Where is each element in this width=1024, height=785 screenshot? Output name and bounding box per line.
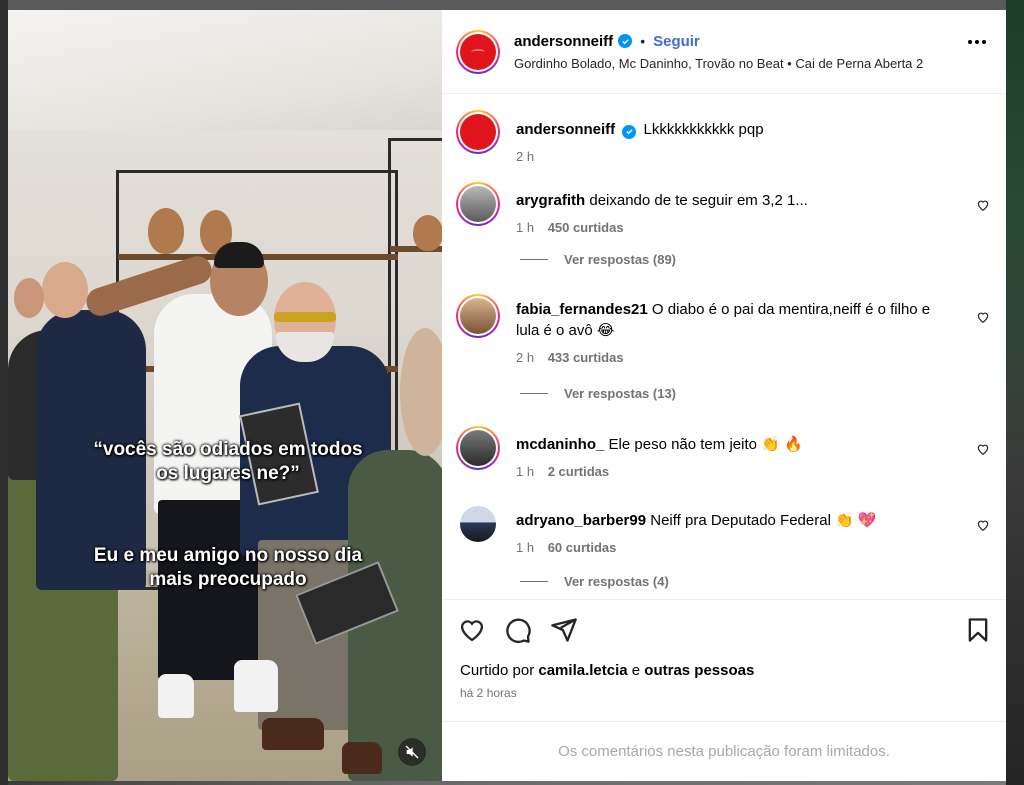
heart-icon[interactable] — [976, 198, 990, 212]
video-caption-answer: Eu e meu amigo no nosso dia mais preocup… — [93, 545, 363, 590]
video-tent-ceiling — [8, 10, 442, 130]
comment-item: mcdaninho_ Ele peso não tem jeito 👏 🔥 1 … — [456, 426, 992, 479]
comment-likes[interactable]: 433 curtidas — [548, 350, 624, 365]
comment-username[interactable]: fabia_fernandes21 — [516, 301, 648, 318]
video-sneaker — [158, 674, 194, 718]
view-replies-label: Ver respostas (89) — [564, 252, 677, 267]
verified-badge-icon — [618, 34, 633, 48]
caption-text: Lkkkkkkkkkkk pqp — [643, 121, 764, 138]
caption-author-avatar[interactable] — [456, 110, 500, 154]
comment-icon[interactable] — [504, 616, 532, 644]
comment-username[interactable]: adryano_barber99 — [516, 512, 646, 529]
caption-time: 2 h — [516, 149, 535, 164]
post-header: andersonneiff • Seguir Gordinho Bolado, … — [442, 10, 1006, 94]
comment-text: Neiff pra Deputado Federal 👏 💖 — [650, 512, 877, 529]
liked-others-link[interactable]: outras pessoas — [644, 662, 754, 679]
liked-and: e — [631, 662, 641, 679]
comment-item: adryano_barber99 Neiff pra Deputado Fede… — [456, 502, 992, 555]
comment-username[interactable]: arygrafith — [516, 192, 585, 209]
bookmark-icon[interactable] — [964, 616, 992, 644]
audio-track-link[interactable]: Gordinho Bolado, Mc Daninho, Trovão no B… — [514, 56, 923, 71]
video-sunglasses — [274, 312, 336, 322]
backdrop-left-edge — [0, 0, 8, 785]
liked-user-link[interactable]: camila.letcia — [538, 662, 627, 679]
view-replies-button[interactable]: Ver respostas (13) — [520, 386, 676, 401]
view-replies-label: Ver respostas (13) — [564, 386, 677, 401]
video-mannequin-head — [413, 215, 442, 251]
comment-text: deixando de te seguir em 3,2 1... — [589, 192, 808, 209]
post-modal: “vocês são odiados em todos os lugares n… — [8, 10, 1006, 781]
heart-icon[interactable] — [976, 442, 990, 456]
header-separator: • — [640, 33, 646, 49]
comment-time[interactable]: 1 h — [516, 540, 534, 555]
comment-avatar[interactable] — [456, 182, 500, 226]
comments-list[interactable]: andersonneiff Lkkkkkkkkkkk pqp 2 h arygr… — [442, 94, 1006, 599]
more-horizontal-icon — [968, 40, 972, 44]
video-face — [42, 262, 88, 318]
speaker-muted-icon — [405, 745, 419, 759]
backdrop-right-edge — [1006, 0, 1024, 785]
comment-time[interactable]: 2 h — [516, 350, 534, 365]
comment-avatar[interactable] — [456, 426, 500, 470]
post-actions: Curtido por camila.letcia e outras pesso… — [442, 599, 1006, 721]
post-side-panel: andersonneiff • Seguir Gordinho Bolado, … — [442, 10, 1006, 781]
comment-avatar[interactable] — [456, 294, 500, 338]
caption-username[interactable]: andersonneiff — [516, 121, 615, 138]
comment-text: Ele peso não tem jeito 👏 🔥 — [608, 436, 803, 453]
comments-limited-notice: Os comentários nesta publicação foram li… — [442, 721, 1006, 781]
author-username[interactable]: andersonneiff — [514, 33, 613, 50]
author-avatar[interactable] — [456, 29, 500, 74]
send-icon[interactable] — [550, 616, 578, 644]
video-face — [400, 328, 442, 456]
comment-username[interactable]: mcdaninho_ — [516, 436, 604, 453]
comment-item: arygrafith deixando de te seguir em 3,2 … — [456, 182, 992, 235]
video-face — [14, 278, 44, 318]
more-options-button[interactable] — [968, 40, 986, 44]
view-replies-button[interactable]: Ver respostas (4) — [520, 574, 669, 589]
comment-item: fabia_fernandes21 O diabo é o pai da men… — [456, 294, 992, 365]
view-replies-label: Ver respostas (4) — [564, 574, 669, 589]
heart-icon[interactable] — [458, 616, 486, 644]
verified-badge-icon — [622, 124, 637, 139]
video-caption-question: “vocês são odiados em todos os lugares n… — [93, 439, 363, 484]
comment-likes[interactable]: 2 curtidas — [548, 464, 609, 479]
liked-by-summary: Curtido por camila.letcia e outras pesso… — [460, 662, 754, 679]
comment-time[interactable]: 1 h — [516, 220, 534, 235]
comment-likes[interactable]: 60 curtidas — [548, 540, 617, 555]
view-replies-button[interactable]: Ver respostas (89) — [520, 252, 676, 267]
post-video[interactable]: “vocês são odiados em todos os lugares n… — [8, 10, 442, 781]
mute-button[interactable] — [398, 738, 426, 766]
comment-likes[interactable]: 450 curtidas — [548, 220, 624, 235]
heart-icon[interactable] — [976, 310, 990, 324]
video-shoe — [262, 718, 324, 750]
liked-prefix: Curtido por — [460, 662, 535, 679]
video-mannequin-head — [148, 208, 184, 254]
heart-icon[interactable] — [976, 518, 990, 532]
video-sneaker — [234, 660, 278, 712]
backdrop-top-edge — [0, 0, 1024, 10]
comment-avatar[interactable] — [456, 502, 500, 546]
comment-time[interactable]: 1 h — [516, 464, 534, 479]
video-shoe — [342, 742, 382, 774]
follow-button[interactable]: Seguir — [653, 33, 700, 50]
post-timestamp[interactable]: há 2 horas — [460, 686, 517, 700]
post-caption: andersonneiff Lkkkkkkkkkkk pqp 2 h — [456, 110, 992, 164]
